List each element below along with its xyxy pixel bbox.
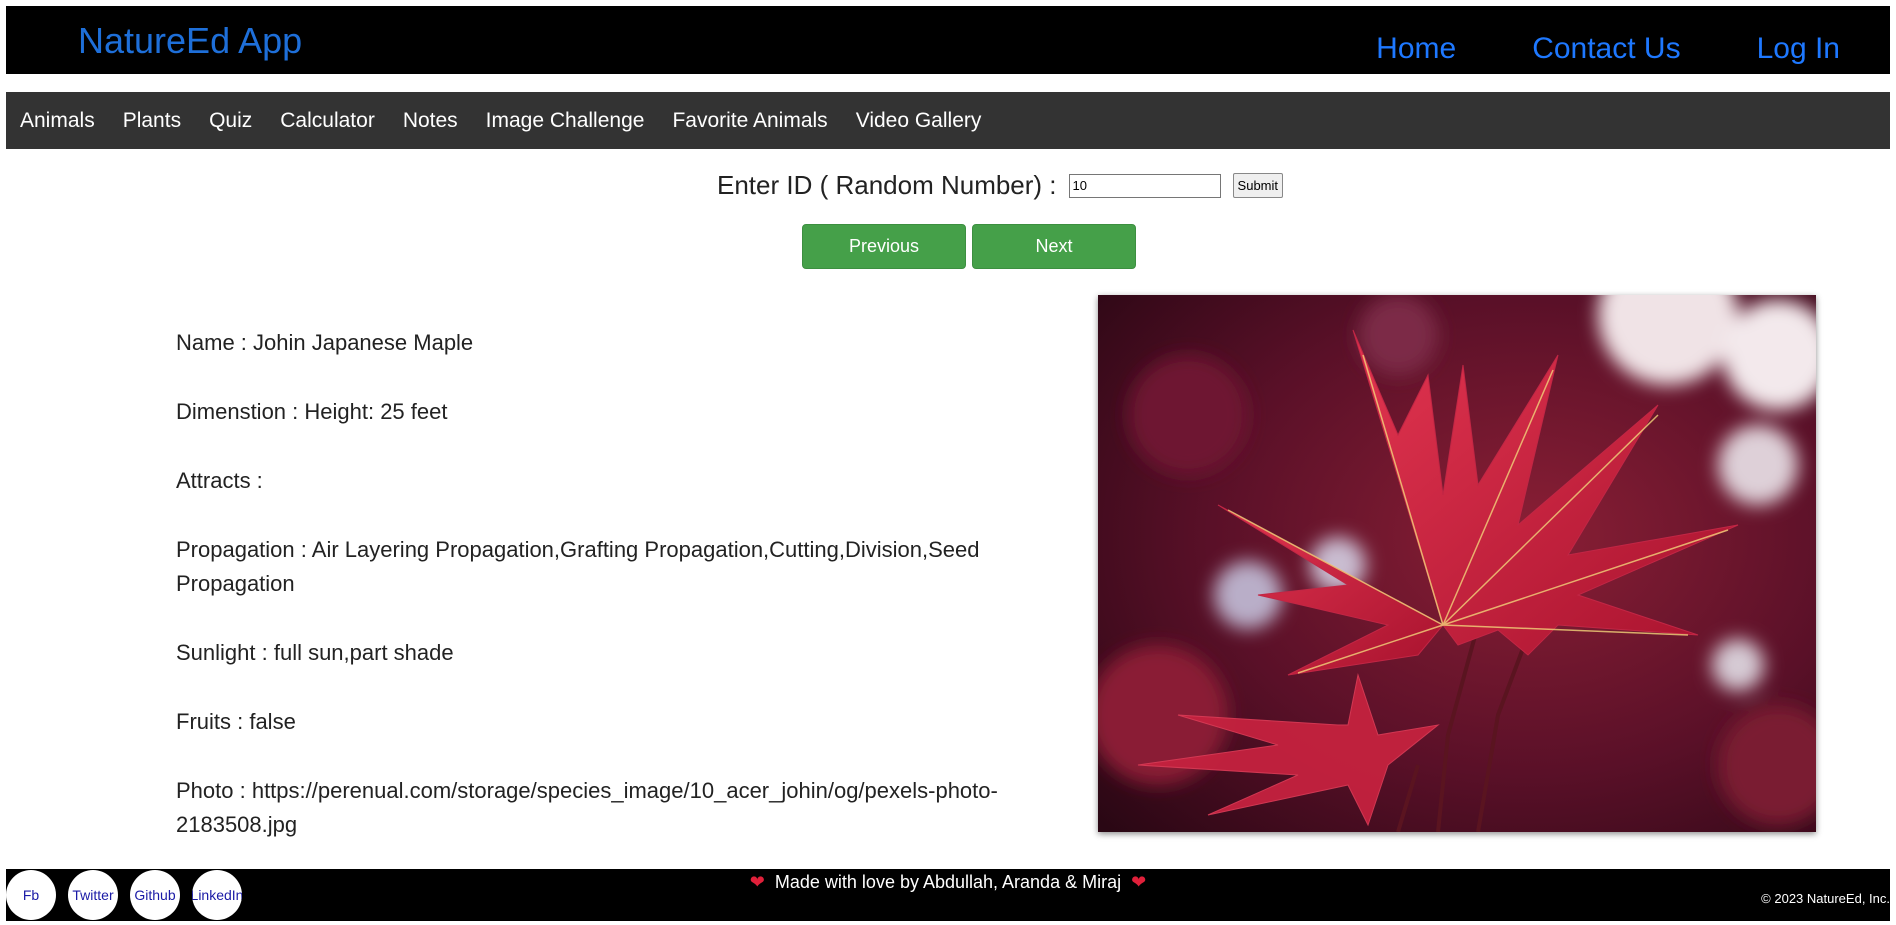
made-with-love: ❤ Made with love by Abdullah, Aranda & Mi… xyxy=(6,869,1890,894)
plant-attracts: Attracts : xyxy=(176,468,263,493)
twitter-link[interactable]: Twitter xyxy=(68,870,118,920)
plant-details: Name : Johin Japanese Maple Dimenstion :… xyxy=(176,326,1036,877)
plant-sunlight: Sunlight : full sun,part shade xyxy=(176,640,454,665)
linkedin-link[interactable]: LinkedIn xyxy=(192,870,242,920)
contact-us-link[interactable]: Contact Us xyxy=(1532,32,1680,66)
menu-item-favorite-animals[interactable]: Favorite Animals xyxy=(658,109,841,133)
menu-item-plants[interactable]: Plants xyxy=(109,109,195,133)
footer: ❤ Made with love by Abdullah, Aranda & Mi… xyxy=(6,869,1890,921)
id-form: Enter ID ( Random Number) : Submit xyxy=(0,170,1896,201)
id-label: Enter ID ( Random Number) : xyxy=(716,170,1057,200)
facebook-link[interactable]: Fb xyxy=(6,870,56,920)
previous-button[interactable]: Previous xyxy=(802,224,966,269)
menu-item-quiz[interactable]: Quiz xyxy=(195,109,266,133)
pager: Previous Next xyxy=(802,224,1136,269)
menu-item-notes[interactable]: Notes xyxy=(389,109,472,133)
submit-button[interactable]: Submit xyxy=(1232,173,1284,198)
main-menu: Animals Plants Quiz Calculator Notes Ima… xyxy=(6,92,1890,149)
menu-item-animals[interactable]: Animals xyxy=(6,109,109,133)
plant-propagation: Propagation : Air Layering Propagation,G… xyxy=(176,537,980,596)
github-link[interactable]: Github xyxy=(130,870,180,920)
home-link[interactable]: Home xyxy=(1376,32,1456,66)
menu-item-video-gallery[interactable]: Video Gallery xyxy=(842,109,996,133)
plant-fruits: Fruits : false xyxy=(176,709,296,734)
copyright: © 2023 NatureEd, Inc. xyxy=(1761,891,1890,906)
next-button[interactable]: Next xyxy=(972,224,1136,269)
heart-icon: ❤ xyxy=(749,872,765,892)
header-nav: Home Contact Us Log In xyxy=(1300,32,1840,66)
plant-name: Name : Johin Japanese Maple xyxy=(176,330,474,355)
menu-item-calculator[interactable]: Calculator xyxy=(266,109,389,133)
plant-photo-url: Photo : https://perenual.com/storage/spe… xyxy=(176,778,998,837)
social-links: Fb Twitter Github LinkedIn xyxy=(6,870,242,920)
plant-photo xyxy=(1098,295,1816,832)
heart-icon: ❤ xyxy=(1131,872,1147,892)
maple-leaf-image xyxy=(1098,295,1816,832)
plant-dimension: Dimenstion : Height: 25 feet xyxy=(176,399,448,424)
brand-logo-text[interactable]: NatureEd App xyxy=(78,20,302,62)
made-with-love-text: Made with love by Abdullah, Aranda & Mir… xyxy=(774,872,1122,892)
menu-item-image-challenge[interactable]: Image Challenge xyxy=(472,109,659,133)
top-header: NatureEd App Home Contact Us Log In xyxy=(6,6,1890,74)
id-input[interactable] xyxy=(1068,173,1221,198)
page: NatureEd App Home Contact Us Log In Anim… xyxy=(0,0,1896,925)
log-in-link[interactable]: Log In xyxy=(1757,32,1840,66)
